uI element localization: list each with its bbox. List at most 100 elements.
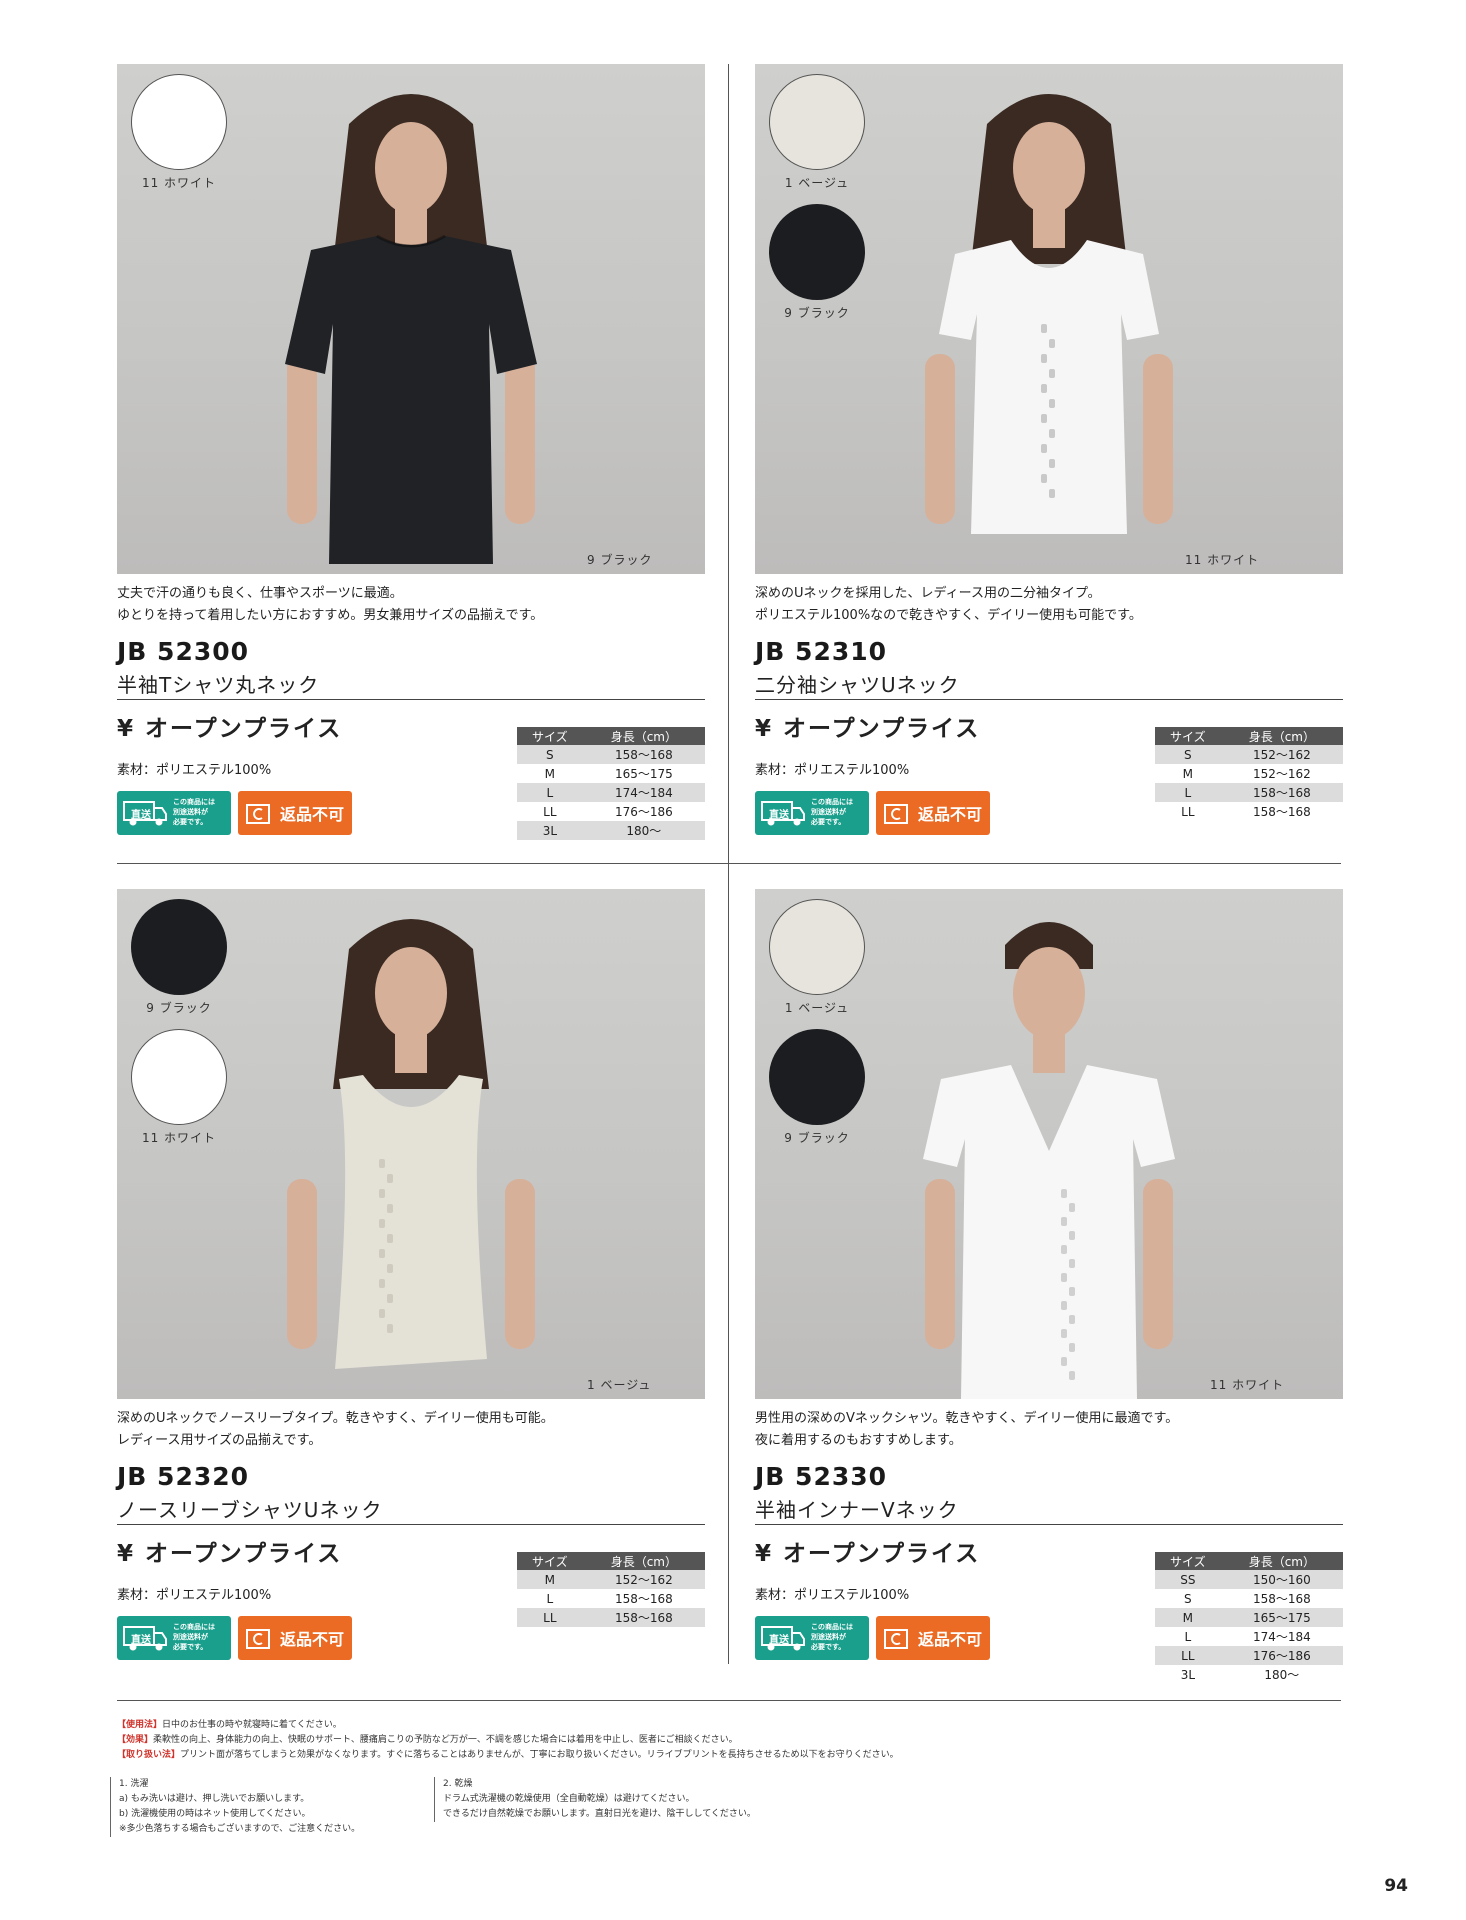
care-wash-line: a) もみ洗いは避け、押し洗いでお願いします。 (119, 1794, 310, 1804)
height-cell: 174〜184 (582, 783, 705, 802)
no-return-badge: 返品不可 (238, 791, 352, 835)
product-photo: 9 ブラック 11 ホワイト 1 ベージュ (117, 889, 705, 1399)
height-cell: 165〜175 (1220, 1608, 1343, 1627)
description-line: 男性用の深めのVネックシャツ。乾きやすく、デイリー使用に最適です。 (755, 1411, 1179, 1426)
size-table: サイズ 身長（cm） SS 150〜160 S 158〜168 M 165〜175 L 174〜1… (1155, 1552, 1343, 1684)
swatch-label: 1 ベージュ (784, 176, 850, 190)
swatch-label: 1 ベージュ (784, 1001, 850, 1015)
size-cell: 3L (1180, 1667, 1196, 1682)
size-table-row: M 165〜175 (517, 764, 705, 783)
care-wash-line: b) 洗濯機使用の時はネット使用してください。 (119, 1809, 311, 1819)
footer-rule (117, 1700, 1341, 1701)
product-code: JB 52310 (755, 637, 888, 666)
size-table-header-cell: サイズ (1155, 727, 1221, 745)
swatch-white (131, 1029, 227, 1125)
product-code: JB 52320 (117, 1462, 250, 1491)
direct-note-line: 必要です。 (173, 818, 208, 826)
size-table-row: LL 158〜168 (1155, 802, 1343, 821)
photo-color-caption: 1 ベージュ (587, 1378, 652, 1392)
size-table-row: L 174〜184 (1155, 1627, 1343, 1646)
return-box-icon (246, 1629, 270, 1649)
size-table-header: サイズ 身長（cm） (517, 727, 705, 745)
care-wash: 1. 洗濯 a) もみ洗いは避け、押し洗いでお願いします。 b) 洗濯機使用の時… (110, 1777, 360, 1837)
size-table-row: LL 176〜186 (1155, 1646, 1343, 1665)
swatch-label: 9 ブラック (784, 306, 850, 320)
size-table-header-cell: サイズ (1155, 1552, 1221, 1570)
size-table-header-cell: サイズ (517, 1552, 583, 1570)
size-table-header-cell: 身長（cm） (582, 1552, 705, 1570)
height-cell: 165〜175 (614, 767, 673, 781)
size-cell: LL (1155, 1646, 1221, 1665)
direct-note-line: 必要です。 (811, 818, 846, 826)
height-cell: 152〜162 (1220, 745, 1343, 764)
product-name: 半袖Tシャツ丸ネック (117, 673, 320, 697)
size-cell: LL (543, 804, 557, 819)
size-table-header: サイズ 身長（cm） (1155, 1552, 1343, 1570)
swatch-label: 11 ホワイト (141, 1131, 217, 1145)
direct-note-line: 別途送料が (811, 808, 846, 816)
color-swatch: 9 ブラック (767, 204, 867, 321)
product-photo: 1 ベージュ 9 ブラック 11 ホワイト (755, 64, 1343, 574)
size-table-row: LL 176〜186 (517, 802, 705, 821)
size-cell: LL (1181, 804, 1195, 819)
height-cell: 158〜168 (582, 1608, 705, 1627)
size-table-row: S 158〜168 (1155, 1589, 1343, 1608)
size-cell: LL (517, 1608, 583, 1627)
size-table-row: M 152〜162 (517, 1570, 705, 1589)
height-cell: 150〜160 (1220, 1570, 1343, 1589)
product-description: 丈夫で汗の通りも良く、仕事やスポーツに最適。 ゆとりを持って着用したい方におすすめ… (117, 583, 705, 627)
height-cell: 176〜186 (614, 805, 673, 819)
title-rule (755, 1524, 1343, 1525)
swatch-label: 9 ブラック (784, 1131, 850, 1145)
material-label: 素材：ポリエステル100% (755, 1588, 910, 1603)
product-photo: 11 ホワイト 9 ブラック (117, 64, 705, 574)
direct-note-line: この商品には (173, 798, 215, 806)
size-cell: L (517, 783, 583, 802)
size-table: サイズ 身長（cm） S 152〜162 M 152〜162 L 158〜168 LL 158〜1… (1155, 727, 1343, 821)
product-panel-jb-52300: 11 ホワイト 9 ブラック丈夫で汗の通りも良く、仕事やスポーツに最適。 ゆとりを持… (117, 64, 705, 894)
material-label: 素材：ポリエステル100% (117, 1588, 272, 1603)
product-description: 深めのUネックでノースリーブタイプ。乾きやすく、デイリー使用も可能。 レディース用… (117, 1408, 705, 1452)
note-usage: 【使用法】日中のお仕事の時や就寝時に着てください。 (117, 1720, 342, 1730)
direct-label: 直送 (769, 810, 789, 821)
no-return-label: 返品不可 (280, 805, 345, 824)
direct-note: この商品には 別途送料が 必要です。 (173, 797, 215, 827)
size-table-row: L 158〜168 (1155, 783, 1343, 802)
no-return-badge: 返品不可 (876, 791, 990, 835)
photo-color-caption: 11 ホワイト (1185, 553, 1260, 567)
return-box-icon (884, 804, 908, 824)
height-cell: 176〜186 (1220, 1646, 1343, 1665)
size-table: サイズ 身長（cm） S 158〜168 M 165〜175 L 174〜184 LL 176〜1… (517, 727, 705, 840)
photo-color-caption: 9 ブラック (587, 553, 653, 567)
height-cell: 180〜 (1264, 1668, 1300, 1682)
no-return-badge: 返品不可 (238, 1616, 352, 1660)
size-table-header-cell: 身長（cm） (1220, 727, 1343, 745)
color-swatch: 11 ホワイト (129, 1029, 229, 1146)
care-dry-line: できるだけ自然乾燥でお願いします。直射日光を避け、陰干ししてください。 (443, 1809, 756, 1819)
size-table-header: サイズ 身長（cm） (1155, 727, 1343, 745)
description-line: 深めのUネックを採用した、レディース用の二分袖タイプ。 (755, 586, 1101, 601)
direct-note-line: 別途送料が (811, 1633, 846, 1641)
no-return-label: 返品不可 (918, 805, 983, 824)
swatch-white (131, 74, 227, 170)
product-panel-jb-52320: 9 ブラック 11 ホワイト 1 ベージュ 深めのUネックでノースリーブタイプ。乾きや… (117, 889, 705, 1719)
height-cell: 158〜168 (582, 745, 705, 764)
description-line: 丈夫で汗の通りも良く、仕事やスポーツに最適。 (117, 586, 403, 601)
direct-label: 直送 (769, 1635, 789, 1646)
direct-note-line: 必要です。 (173, 1643, 208, 1651)
no-return-label: 返品不可 (280, 1630, 345, 1649)
product-panel-jb-52310: 1 ベージュ 9 ブラック 11 ホワイト深めのUネックを採用した、レディース用の二… (755, 64, 1343, 894)
height-cell: 152〜162 (1252, 767, 1311, 781)
product-name: 半袖インナーVネック (755, 1498, 959, 1522)
direct-note-line: この商品には (173, 1623, 215, 1631)
product-description: 男性用の深めのVネックシャツ。乾きやすく、デイリー使用に最適です。 夜に着用するの… (755, 1408, 1343, 1452)
direct-note: この商品には 別途送料が 必要です。 (811, 1622, 853, 1652)
swatch-black (769, 1029, 865, 1125)
return-box-icon (246, 804, 270, 824)
swatch-beige (769, 74, 865, 170)
direct-note-line: この商品には (811, 1623, 853, 1631)
size-cell: M (1182, 766, 1194, 781)
no-return-label: 返品不可 (918, 1630, 983, 1649)
care-dry-title: 2. 乾燥 (443, 1779, 473, 1789)
size-table-row: M 165〜175 (1155, 1608, 1343, 1627)
